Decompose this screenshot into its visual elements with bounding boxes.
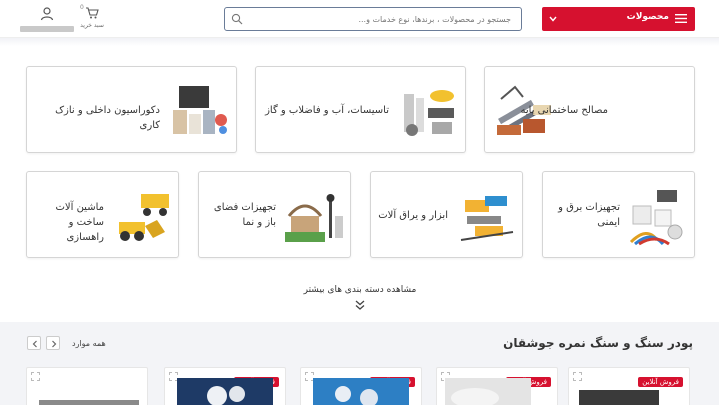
view-all-link[interactable]: همه موارد <box>72 339 106 348</box>
category-label: ابزار و یراق آلات <box>378 210 448 221</box>
online-sale-badge: فروش آنلاین <box>638 377 683 387</box>
cart-button[interactable]: 0 سبد خرید <box>78 4 106 34</box>
product-image <box>39 400 139 405</box>
product-image <box>313 378 409 405</box>
chevron-down-icon <box>549 16 557 22</box>
category-label: مصالح ساختمانی پایه <box>520 105 608 116</box>
product-card[interactable]: فروش آنلاین <box>300 367 422 405</box>
products-section-title: پودر سنگ و سنگ نمره جوشقان <box>503 336 693 350</box>
expand-icon <box>31 372 40 381</box>
category-card-machinery[interactable]: ماشین آلات ساخت و راهسازی <box>26 171 179 258</box>
category-card-tools[interactable]: ابزار و یراق آلات <box>370 171 523 258</box>
products-menu-button[interactable]: محصولات <box>542 7 695 31</box>
user-name-placeholder <box>20 26 74 32</box>
site-header: 0 سبد خرید محصولات <box>0 0 719 38</box>
double-chevron-down-icon[interactable] <box>354 299 366 311</box>
category-card-plumbing[interactable]: تاسیسات، آب و فاضلاب و گاز <box>255 66 466 153</box>
construction-machinery-image <box>113 186 173 246</box>
electrical-safety-image <box>627 186 687 246</box>
outdoor-equipment-image <box>285 186 345 246</box>
cart-count: 0 <box>80 4 84 11</box>
product-card[interactable]: فروش آنلاین <box>568 367 690 405</box>
chevron-right-icon <box>52 340 57 348</box>
category-label: تجهیزات فضای باز و نما <box>213 202 276 228</box>
plumbing-image <box>398 80 460 142</box>
category-label: دکوراسیون داخلی و نازک کاری <box>55 105 160 131</box>
expand-icon <box>573 372 582 381</box>
product-image <box>579 390 659 405</box>
search-input[interactable] <box>261 12 511 27</box>
category-label: ماشین آلات ساخت و راهسازی <box>55 202 105 243</box>
category-card-electrical[interactable]: تجهیزات برق و ایمنی <box>542 171 695 258</box>
header-shadow <box>0 38 719 46</box>
search-box <box>224 7 522 31</box>
user-icon <box>40 7 54 21</box>
cart-label: سبد خرید <box>80 22 104 29</box>
products-menu-label: محصولات <box>626 12 669 22</box>
product-card[interactable]: فروش آنلاین <box>436 367 558 405</box>
category-label: تاسیسات، آب و فاضلاب و گاز <box>265 105 389 116</box>
more-categories-link[interactable]: مشاهده دسته بندی های بیشتر <box>280 285 440 295</box>
carousel-prev-button[interactable] <box>27 336 41 350</box>
hamburger-icon <box>675 14 687 23</box>
carousel-next-button[interactable] <box>46 336 60 350</box>
interior-decoration-image <box>169 80 231 142</box>
tools-image <box>457 186 517 246</box>
category-card-outdoor[interactable]: تجهیزات فضای باز و نما <box>198 171 351 258</box>
user-account[interactable] <box>20 5 74 33</box>
cart-icon <box>86 7 99 19</box>
product-image <box>177 378 273 405</box>
chevron-left-icon <box>32 340 37 348</box>
category-label: تجهیزات برق و ایمنی <box>558 202 620 228</box>
category-card-interior[interactable]: دکوراسیون داخلی و نازک کاری <box>26 66 237 153</box>
product-image <box>445 378 531 405</box>
search-icon[interactable] <box>231 13 243 25</box>
category-card-basic-materials[interactable]: مصالح ساختمانی پایه <box>484 66 695 153</box>
product-card[interactable]: فروش آنلاین <box>164 367 286 405</box>
product-card[interactable] <box>26 367 148 405</box>
